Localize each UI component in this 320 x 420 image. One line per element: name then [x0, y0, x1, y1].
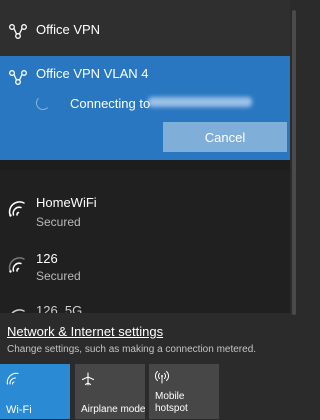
vpn-icon — [9, 70, 27, 85]
tile-label: Mobile hotspot — [155, 391, 188, 414]
tile-label: Airplane mode — [81, 404, 145, 415]
tile-label: Wi-Fi — [6, 404, 32, 416]
network-name: 126 — [36, 251, 58, 266]
progress-spinner-icon — [36, 96, 50, 110]
wifi-icon — [6, 372, 19, 385]
wifi-icon — [8, 257, 25, 273]
redacted-host — [148, 97, 252, 107]
network-name: Office VPN VLAN 4 — [36, 66, 149, 81]
network-item-homewifi[interactable]: HomeWiFi Secured — [0, 195, 290, 235]
network-name: HomeWiFi — [36, 195, 97, 210]
network-name: Office VPN — [36, 22, 101, 37]
quick-action-airplane-mode[interactable]: Airplane mode — [75, 364, 145, 419]
network-flyout: Office VPN Office VPN VLAN 4 Connecting … — [0, 0, 298, 420]
network-item-126[interactable]: 126 Secured — [0, 251, 290, 291]
wifi-icon — [8, 201, 25, 217]
section-divider — [0, 160, 290, 170]
hotspot-icon — [155, 371, 169, 384]
cancel-button[interactable]: Cancel — [163, 122, 287, 152]
network-item-office-vpn-vlan-4[interactable]: Office VPN VLAN 4 Connecting to Cancel — [0, 56, 290, 160]
wifi-network-list[interactable]: HomeWiFi Secured 126 Secured 126_5G — [0, 170, 290, 313]
network-status: Secured — [36, 269, 81, 283]
vpn-icon — [9, 24, 27, 39]
quick-action-mobile-hotspot[interactable]: Mobile hotspot — [149, 364, 219, 419]
connection-status: Connecting to — [70, 96, 151, 111]
airplane-icon — [81, 372, 95, 386]
network-name: 126_5G — [36, 303, 83, 313]
wifi-icon — [11, 309, 25, 313]
network-status: Secured — [36, 215, 81, 229]
network-item-126-5g[interactable]: 126_5G — [0, 303, 290, 313]
settings-description: Change settings, such as making a connec… — [7, 344, 257, 355]
network-settings-link[interactable]: Network & Internet settings — [7, 324, 163, 339]
network-item-office-vpn[interactable]: Office VPN — [0, 0, 290, 60]
scrollbar-thumb[interactable] — [292, 10, 296, 315]
quick-action-wifi[interactable]: Wi-Fi — [0, 364, 70, 419]
